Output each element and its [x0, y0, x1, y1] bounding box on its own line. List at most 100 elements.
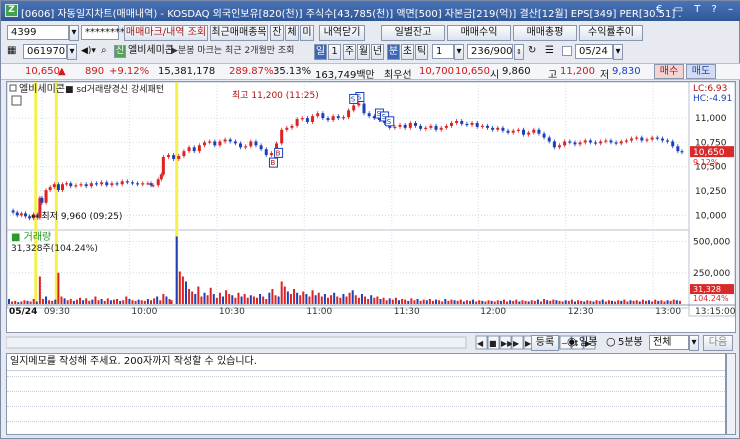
tab-week[interactable]: 주: [343, 44, 356, 60]
volume-bar: [651, 301, 654, 304]
trade-profit-button[interactable]: 매매수익: [447, 25, 511, 41]
count-spinner-icon[interactable]: ⇕: [514, 44, 524, 60]
price-candle: [218, 141, 222, 146]
volume-bar: [299, 295, 302, 304]
price-candle: [94, 183, 98, 185]
volume-bar: [218, 292, 221, 304]
volume-bar: [428, 299, 431, 304]
chart-control-icon[interactable]: ▶: [513, 339, 520, 348]
chart-area[interactable]: 11,000 10,750 10,500 10,250 10,000 500,000 250…: [6, 81, 736, 333]
volume-bar: [82, 300, 85, 304]
unfilled-button[interactable]: 미: [300, 25, 314, 41]
speaker-icon[interactable]: ◀)▾: [81, 44, 96, 58]
volume-bar: [100, 299, 103, 304]
balance-button[interactable]: 잔: [270, 25, 284, 41]
volume-bar: [348, 292, 351, 304]
menu-icon[interactable]: ☰: [545, 44, 554, 58]
best-ask-label: 최우선: [384, 70, 412, 81]
date-checkbox[interactable]: [562, 46, 572, 56]
volume-bar: [323, 294, 326, 304]
volume-bar: [302, 291, 305, 304]
volume-bar: [620, 300, 623, 304]
account-select[interactable]: 4399: [7, 25, 69, 40]
volume-bar: [536, 299, 539, 304]
volume-bar: [342, 294, 345, 304]
chart-control-icon[interactable]: ■: [489, 339, 497, 348]
volume-bar: [524, 300, 527, 304]
tab-tick[interactable]: 틱: [415, 44, 428, 60]
price-candle: [23, 213, 27, 217]
volume-bar: [586, 300, 589, 304]
high-label: 고: [548, 70, 558, 81]
next-button[interactable]: 다음: [703, 335, 733, 351]
close-history-button[interactable]: 내역닫기: [319, 25, 365, 41]
price-candle: [156, 179, 160, 186]
window-controls[interactable]: € ▭ T ? –: [656, 4, 737, 15]
password-field[interactable]: ********: [81, 25, 125, 40]
executed-button[interactable]: 체: [285, 25, 299, 41]
sell-button[interactable]: 매도: [686, 64, 716, 79]
daily-balance-button[interactable]: 일별잔고: [381, 25, 445, 41]
date-field[interactable]: 05/24: [575, 44, 613, 59]
calendar-icon[interactable]: ▾: [613, 44, 623, 60]
volume-bar: [311, 290, 314, 304]
search-icon[interactable]: ⌕: [101, 44, 107, 58]
price-candle: [115, 183, 119, 185]
account-dropdown-icon[interactable]: ▾: [69, 25, 79, 41]
volume-bar: [543, 299, 546, 304]
memo-scrollbar[interactable]: [726, 353, 736, 435]
volume-bar: [385, 300, 388, 304]
volume-bar: [188, 289, 191, 304]
buy-button[interactable]: 매수: [654, 64, 684, 79]
stock-code-input[interactable]: 061970: [23, 44, 67, 59]
tab-year[interactable]: 년: [371, 44, 384, 60]
volume-bar: [209, 287, 212, 304]
price-volume-chart[interactable]: 11,00010,75010,50010,25010,000500,000250…: [6, 81, 736, 332]
tab-second[interactable]: 초: [401, 44, 414, 60]
volume-bar: [206, 295, 209, 304]
trade-review-button[interactable]: 매매총평: [513, 25, 577, 41]
volume-bar: [394, 297, 397, 304]
code-dropdown-icon[interactable]: ▾: [67, 44, 77, 60]
volume-bar: [499, 300, 502, 304]
volume-bar: [122, 300, 125, 304]
interval-dropdown-icon[interactable]: ▾: [454, 44, 464, 60]
volume-bar: [546, 300, 549, 304]
refresh-icon[interactable]: ↻: [528, 44, 536, 58]
tab-month[interactable]: 월: [357, 44, 370, 60]
memo-input[interactable]: 일지메모를 작성해 주세요. 200자까지 작성할 수 있습니다.: [10, 355, 257, 369]
volume-bar: [237, 292, 240, 304]
volume-bar: [222, 296, 225, 304]
register-button[interactable]: 등록: [531, 335, 559, 351]
recent-stocks-button[interactable]: 최근매매종목: [210, 25, 268, 41]
price-candle: [264, 149, 268, 156]
radio-daily-icon[interactable]: ◉: [567, 335, 577, 349]
price-candle: [568, 141, 572, 143]
x-label-end: 13:15:00: [695, 307, 735, 317]
tab-day-count[interactable]: 1: [328, 44, 341, 60]
chart-control-icon[interactable]: ◀: [477, 339, 484, 348]
volume-bar: [357, 297, 360, 304]
price-candle: [84, 184, 88, 187]
tab-day[interactable]: 일: [314, 44, 327, 60]
volume-bar: [518, 301, 521, 304]
grid-icon[interactable]: ▦: [7, 44, 16, 58]
radio-5min-icon[interactable]: ○: [606, 335, 616, 349]
volume-bar: [419, 300, 422, 304]
interval-select[interactable]: 1: [432, 44, 454, 59]
volume-bar: [468, 300, 471, 304]
trade-mark-query-button[interactable]: 매매마크/내역 조회: [124, 25, 208, 41]
volume-bar: [478, 300, 481, 304]
return-trend-button[interactable]: 수익률추이: [579, 25, 643, 41]
volume-bar: [521, 300, 524, 304]
x-tick-label: 13:00: [655, 307, 681, 317]
chart-scrollbar[interactable]: [5, 336, 467, 349]
count-field[interactable]: 236/900: [467, 44, 513, 59]
volume-bar: [134, 300, 137, 304]
price-candle: [321, 113, 325, 119]
volume-bar: [527, 301, 530, 304]
volume-total: 15,381,178: [158, 66, 216, 77]
tab-minute[interactable]: 분: [387, 44, 400, 60]
filter-dropdown-icon[interactable]: ▾: [689, 335, 699, 351]
filter-select[interactable]: 전체: [649, 335, 689, 350]
